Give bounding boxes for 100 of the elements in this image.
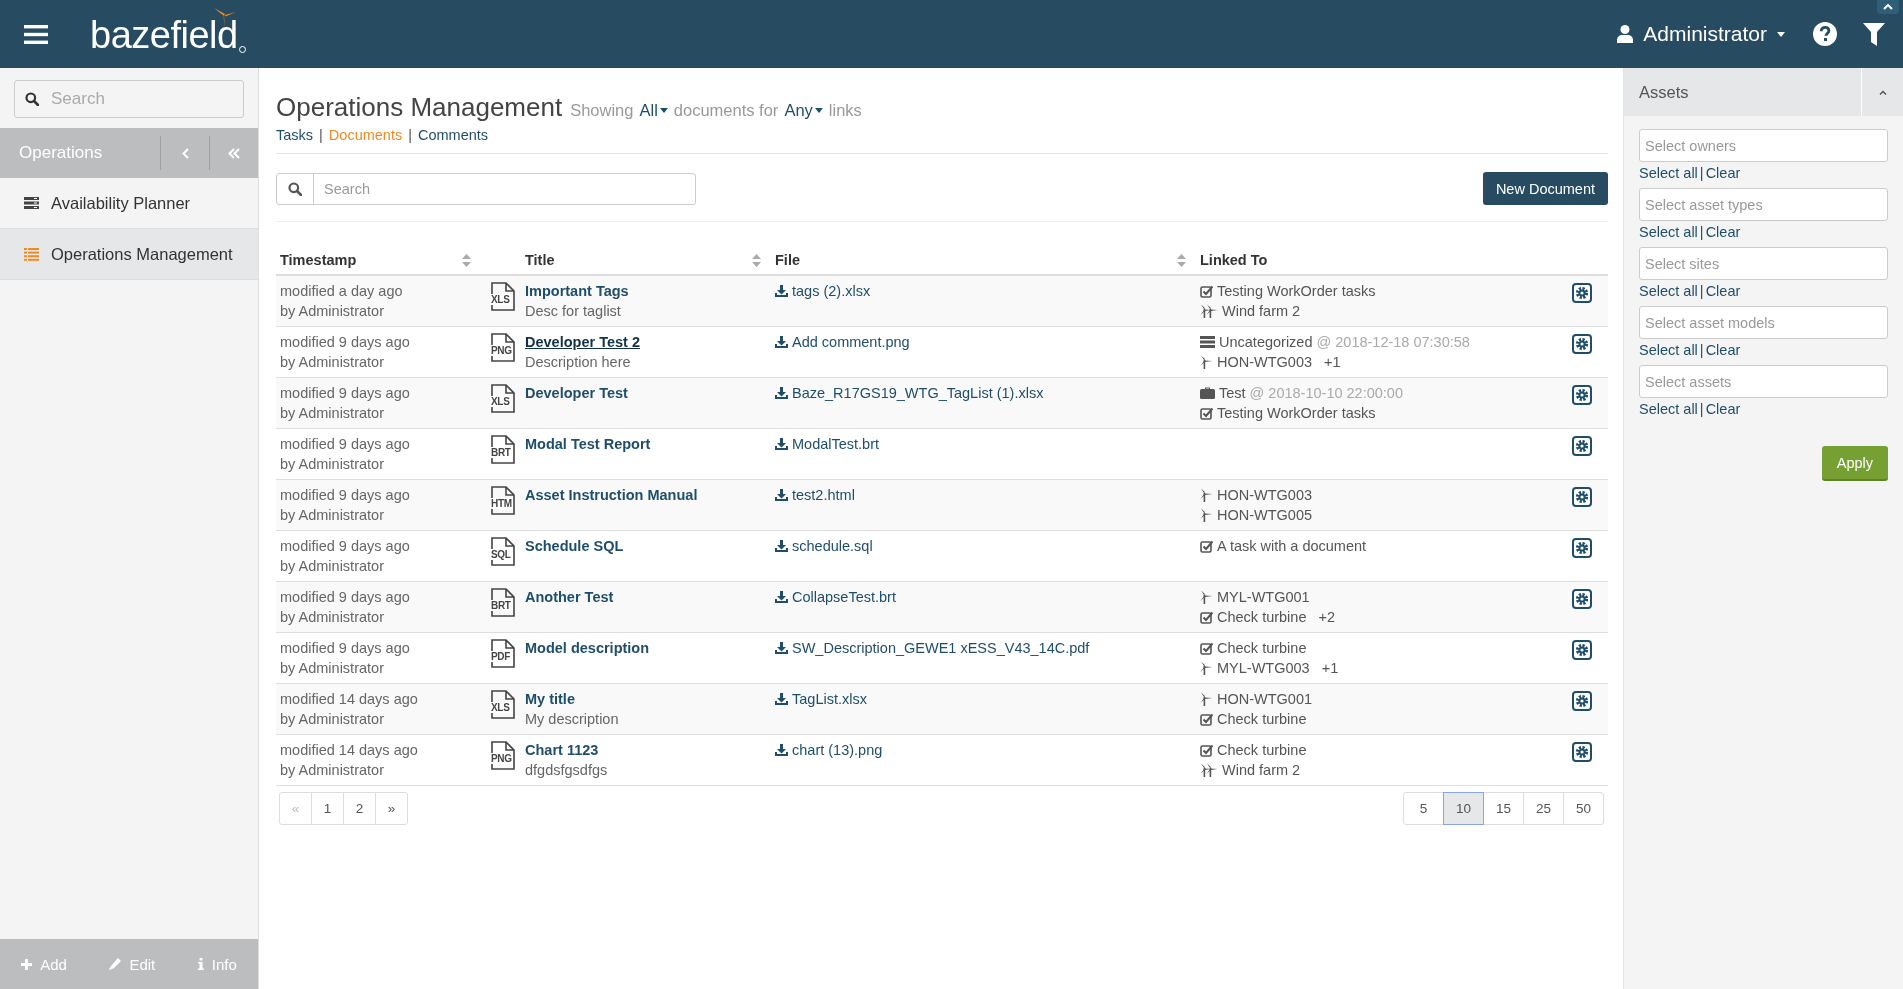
page-button[interactable]: 2 <box>343 792 376 825</box>
tab[interactable]: Tasks <box>276 127 314 143</box>
file-link[interactable]: Add comment.png <box>775 332 910 352</box>
linked-item[interactable]: Check turbine <box>1217 607 1307 627</box>
linked-item[interactable]: Testing WorkOrder tasks <box>1217 403 1376 423</box>
user-menu[interactable]: Administrator <box>1617 22 1785 46</box>
linked-item[interactable]: HON-WTG003 <box>1217 485 1313 505</box>
select-all-link[interactable]: Select all <box>1639 281 1698 301</box>
link-time: @ 2018-12-18 07:30:58 <box>1316 333 1470 352</box>
help-icon[interactable] <box>1813 22 1837 46</box>
select-all-link[interactable]: Select all <box>1639 222 1698 242</box>
document-title-link[interactable]: Modal Test Report <box>525 434 767 454</box>
filter-label: links <box>828 101 862 120</box>
page-size-button[interactable]: 15 <box>1483 792 1524 825</box>
select-field[interactable]: Select assets <box>1639 365 1888 398</box>
select-field[interactable]: Select sites <box>1639 247 1888 280</box>
checkbox-icon <box>1200 539 1213 553</box>
file-link[interactable]: test2.html <box>775 485 855 505</box>
linked-item[interactable]: Test <box>1219 383 1246 403</box>
document-description: dfgdsfgsdfgs <box>525 761 609 780</box>
linked-item[interactable]: Testing WorkOrder tasks <box>1217 281 1376 301</box>
document-title-link[interactable]: My title <box>525 689 767 709</box>
file-link[interactable]: chart (13).png <box>775 740 883 760</box>
settings-button[interactable] <box>1572 538 1592 558</box>
linked-item[interactable]: Wind farm 2 <box>1222 301 1301 321</box>
search-field[interactable]: Search <box>14 80 244 118</box>
settings-button[interactable] <box>1572 334 1592 354</box>
file-link[interactable]: SW_Description_GEWE1 xESS_V43_14C.pdf <box>775 638 1090 658</box>
page-size-button[interactable]: 25 <box>1523 792 1564 825</box>
document-title-link[interactable]: Important Tags <box>525 281 767 301</box>
linked-item[interactable]: MYL-WTG003 <box>1217 658 1310 678</box>
settings-button[interactable] <box>1572 385 1592 405</box>
select-field[interactable]: Select asset models <box>1639 306 1888 339</box>
caret-icon <box>1777 31 1785 37</box>
linked-item[interactable]: MYL-WTG001 <box>1217 587 1310 607</box>
linked-item[interactable]: HON-WTG003 <box>1217 352 1313 372</box>
page-button[interactable]: 1 <box>311 792 344 825</box>
filter-icon[interactable] <box>1863 22 1885 46</box>
select-field[interactable]: Select asset types <box>1639 188 1888 221</box>
scope-dropdown[interactable]: All <box>639 101 668 120</box>
page-size-button[interactable]: 5 <box>1403 792 1444 825</box>
settings-button[interactable] <box>1572 640 1592 660</box>
file-link[interactable]: CollapseTest.brt <box>775 587 896 607</box>
link-separator: | <box>1699 282 1704 301</box>
author: by Administrator <box>280 557 385 576</box>
linked-item[interactable]: Check turbine <box>1217 709 1307 729</box>
linked-item[interactable]: HON-WTG005 <box>1217 505 1313 525</box>
linked-item[interactable]: A task with a document <box>1217 536 1367 556</box>
column-header[interactable]: Timestamp <box>280 252 357 268</box>
linked-item[interactable]: Check turbine <box>1217 638 1307 658</box>
file-link[interactable]: TagList.xlsx <box>775 689 867 709</box>
document-title-link[interactable]: Model description <box>525 638 767 658</box>
document-title-link[interactable]: Developer Test 2 <box>525 332 767 352</box>
settings-button[interactable] <box>1572 742 1592 762</box>
clear-link[interactable]: Clear <box>1705 281 1741 301</box>
linked-item[interactable]: HON-WTG001 <box>1217 689 1313 709</box>
modified-time: modified 9 days ago <box>280 435 411 454</box>
settings-button[interactable] <box>1572 691 1592 711</box>
select-all-link[interactable]: Select all <box>1639 163 1698 183</box>
author: by Administrator <box>280 710 385 729</box>
document-title-link[interactable]: Schedule SQL <box>525 536 767 556</box>
select-all-link[interactable]: Select all <box>1639 399 1698 419</box>
linked-item[interactable]: Wind farm 2 <box>1222 760 1301 780</box>
linked-item[interactable]: Check turbine <box>1217 740 1307 760</box>
clear-link[interactable]: Clear <box>1705 222 1741 242</box>
tab-separator: | <box>408 127 412 143</box>
linked-item[interactable]: Uncategorized <box>1219 332 1313 352</box>
settings-button[interactable] <box>1572 436 1592 456</box>
settings-button[interactable] <box>1572 589 1592 609</box>
author: by Administrator <box>280 404 385 423</box>
file-link[interactable]: tags (2).xlsx <box>775 281 871 301</box>
settings-button[interactable] <box>1572 283 1592 303</box>
page-size-button[interactable]: 50 <box>1563 792 1604 825</box>
column-header[interactable]: File <box>775 252 800 268</box>
modified-time: modified 9 days ago <box>280 384 411 403</box>
document-title-link[interactable]: Chart 1123 <box>525 740 767 760</box>
author: by Administrator <box>280 761 385 780</box>
tab-separator: | <box>319 127 323 143</box>
select-all-link[interactable]: Select all <box>1639 340 1698 360</box>
clear-link[interactable]: Clear <box>1705 163 1741 183</box>
file-link[interactable]: ModalTest.brt <box>775 434 880 454</box>
file-link[interactable]: schedule.sql <box>775 536 873 556</box>
page-title: Operations Management <box>276 92 563 123</box>
search-field[interactable]: Search <box>276 172 696 205</box>
column-header[interactable]: Linked To <box>1200 252 1268 268</box>
menu-icon[interactable] <box>24 24 48 44</box>
link-filter-dropdown[interactable]: Any <box>784 101 823 120</box>
collapse-button[interactable] <box>1877 0 1899 14</box>
sidebar-item[interactable]: Operations Management <box>0 229 258 280</box>
clear-link[interactable]: Clear <box>1705 399 1741 419</box>
select-field[interactable]: Select owners <box>1639 129 1888 162</box>
new-document-button[interactable]: New Document <box>1482 172 1608 205</box>
settings-button[interactable] <box>1572 487 1592 507</box>
section-title: Operations <box>18 142 104 164</box>
download-icon <box>775 642 788 654</box>
page-button[interactable]: » <box>375 792 408 825</box>
clear-link[interactable]: Clear <box>1705 340 1741 360</box>
tab[interactable]: Comments <box>418 127 489 143</box>
page-size-button[interactable]: 10 <box>1443 792 1484 825</box>
column-header[interactable]: Title <box>525 252 555 268</box>
